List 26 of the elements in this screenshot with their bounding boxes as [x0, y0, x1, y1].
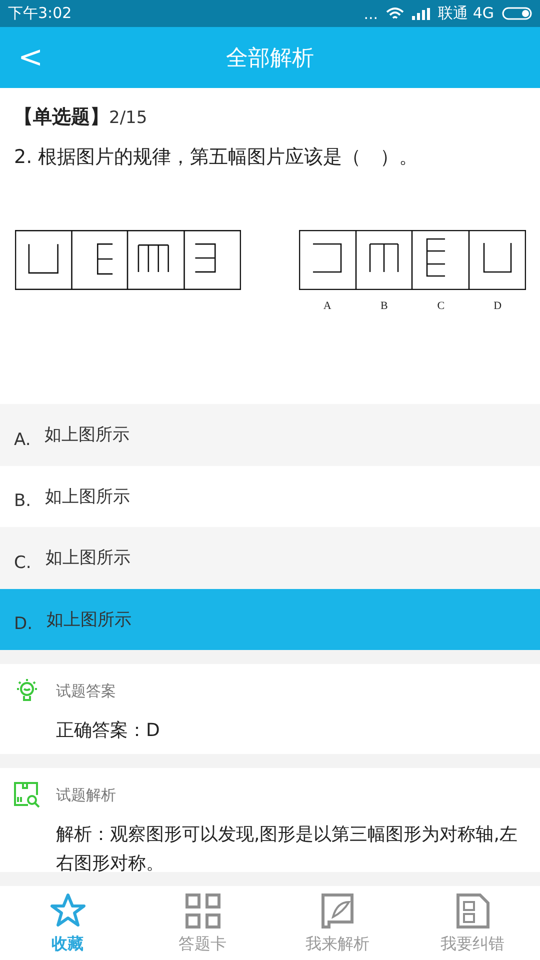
wifi-icon — [386, 6, 404, 20]
option-label: D — [494, 300, 502, 312]
option-label: B — [380, 300, 388, 312]
answer-heading: 试题答案 — [56, 682, 117, 700]
more-dots: ... — [364, 4, 378, 22]
page-title: 全部解析 — [226, 44, 314, 72]
option-row[interactable]: D. 如上图所示 — [0, 588, 540, 650]
option-row[interactable]: B. 如上图所示 — [0, 466, 540, 527]
analysis-text: 解析：观察图形可以发现,图形是以第三幅图形为对称轴,左右图形对称。 — [56, 823, 518, 872]
analysis-heading: 试题解析 — [56, 786, 117, 804]
question-type: 【单选题】 — [14, 105, 109, 130]
grid-icon — [184, 892, 222, 930]
status-time: 下午3:02 — [8, 4, 72, 23]
correct-answer: 正确答案：D — [56, 719, 161, 743]
magnifier-box-icon — [14, 782, 40, 808]
carrier-label: 联通 4G — [438, 4, 494, 23]
battery-icon — [502, 7, 532, 20]
star-icon — [48, 892, 86, 930]
lightbulb-icon — [14, 678, 40, 704]
back-button[interactable]: < — [0, 42, 62, 72]
question-text: 2. 根据图片的规律，第五幅图片应该是（ ）。 — [14, 145, 420, 170]
checklist-icon — [454, 892, 492, 930]
quill-paper-icon — [318, 892, 356, 930]
option-label: C — [437, 300, 445, 312]
signal-icon — [412, 8, 430, 20]
option-label: A — [323, 300, 332, 312]
